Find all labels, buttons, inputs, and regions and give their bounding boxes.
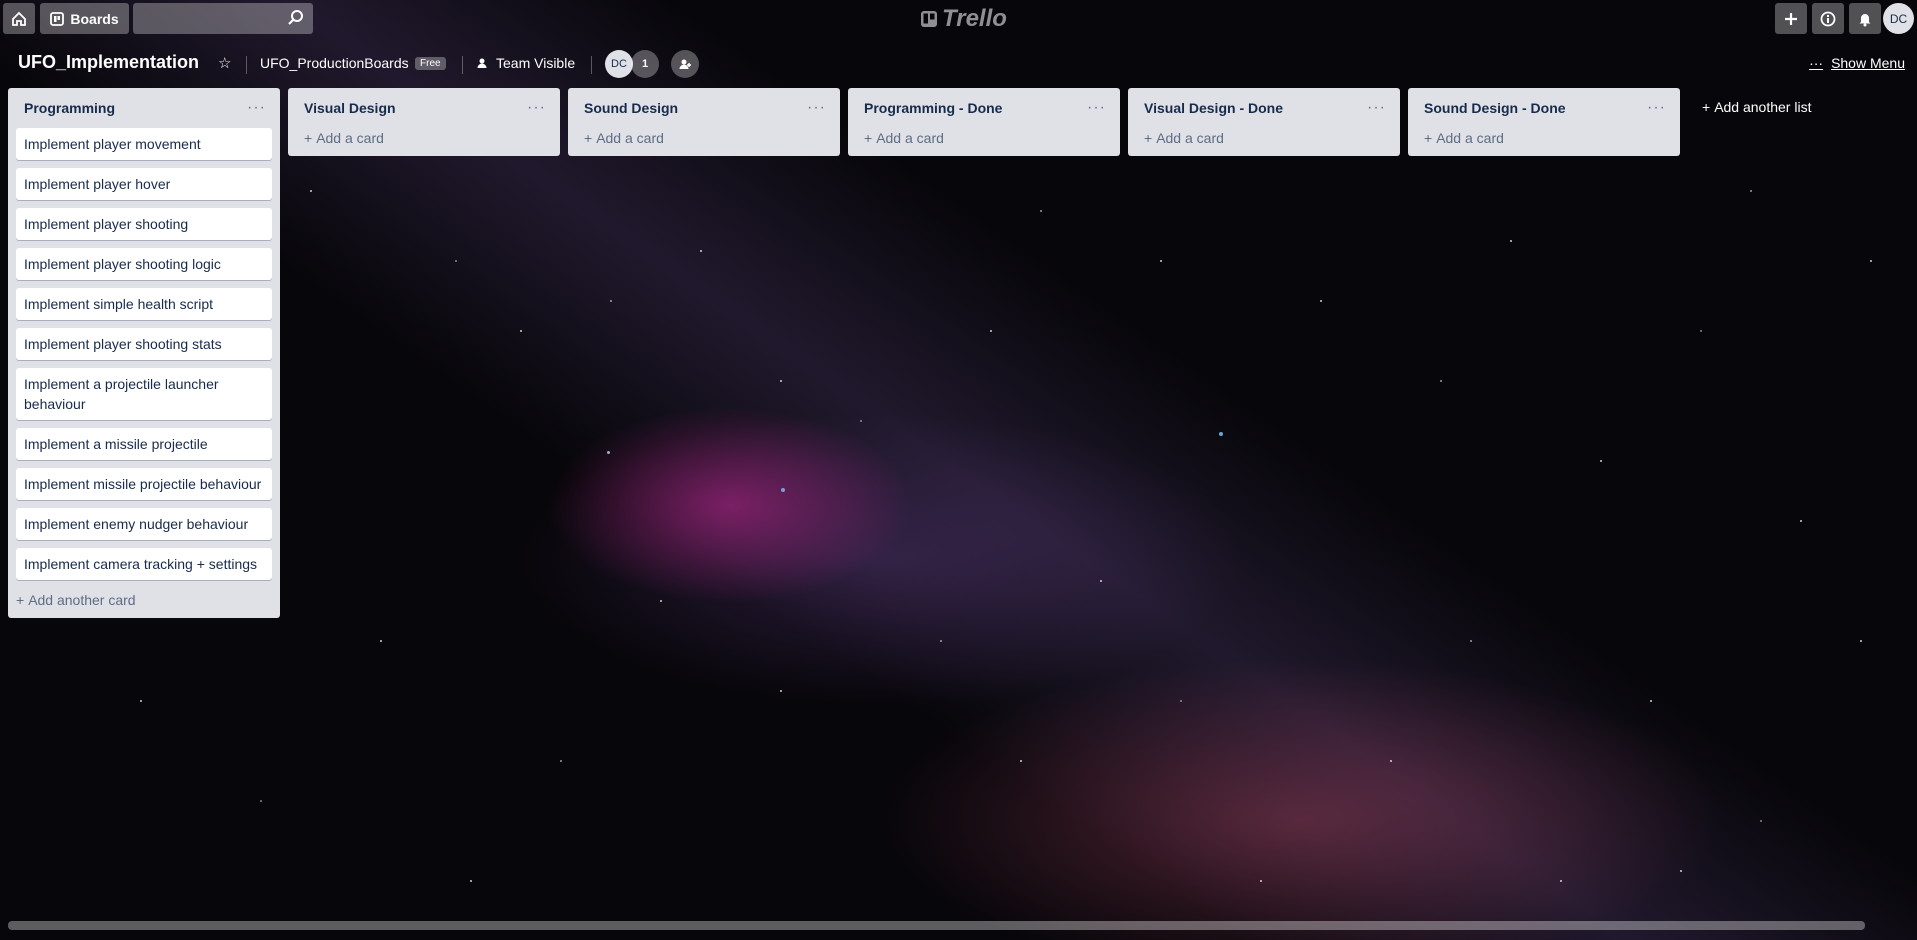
add-card-label: Add a card xyxy=(596,130,664,146)
list-programming-done: Programming - Done ··· + Add a card xyxy=(848,88,1120,156)
list-header[interactable]: Programming - Done ··· xyxy=(856,88,1112,128)
plus-icon xyxy=(1785,12,1797,25)
header-divider xyxy=(591,56,592,74)
plus-icon: + xyxy=(1424,130,1433,146)
boards-icon xyxy=(50,11,65,26)
create-button[interactable] xyxy=(1775,3,1807,34)
team-icon xyxy=(477,58,487,68)
trello-logo-icon xyxy=(921,11,937,27)
list-title[interactable]: Programming - Done xyxy=(864,100,1002,116)
home-icon xyxy=(12,11,26,26)
add-list-button[interactable]: + Add another list xyxy=(1702,99,1811,115)
list-title[interactable]: Sound Design xyxy=(584,100,678,116)
list-title[interactable]: Visual Design xyxy=(304,100,396,116)
visibility-button[interactable]: Team Visible xyxy=(476,55,575,71)
card[interactable]: Implement player hover xyxy=(16,168,272,200)
card[interactable]: Implement camera tracking + settings xyxy=(16,548,272,580)
top-header: Boards Trello DC xyxy=(0,0,1917,36)
list-header[interactable]: Sound Design ··· xyxy=(576,88,832,128)
card[interactable]: Implement a projectile launcher behaviou… xyxy=(16,368,272,420)
plus-icon: + xyxy=(16,592,25,608)
card[interactable]: Implement player movement xyxy=(16,128,272,160)
list-sound-design-done: Sound Design - Done ··· + Add a card xyxy=(1408,88,1680,156)
add-card-label: Add a card xyxy=(876,130,944,146)
list-sound-design: Sound Design ··· + Add a card xyxy=(568,88,840,156)
show-menu-label: Show Menu xyxy=(1831,55,1905,71)
add-card-button[interactable]: + Add a card xyxy=(1136,128,1392,156)
plus-icon: + xyxy=(584,130,593,146)
list-title[interactable]: Visual Design - Done xyxy=(1144,100,1283,116)
card[interactable]: Implement missile projectile behaviour xyxy=(16,468,272,500)
card[interactable]: Implement enemy nudger behaviour xyxy=(16,508,272,540)
add-card-label: Add another card xyxy=(28,592,136,608)
logo-text: Trello xyxy=(942,5,1007,32)
visibility-label: Team Visible xyxy=(496,55,576,71)
card[interactable]: Implement player shooting stats xyxy=(16,328,272,360)
list-visual-design-done: Visual Design - Done ··· + Add a card xyxy=(1128,88,1400,156)
list-visual-design: Visual Design ··· + Add a card xyxy=(288,88,560,156)
card[interactable]: Implement player shooting logic xyxy=(16,248,272,280)
add-member-icon xyxy=(679,59,691,69)
list-menu-icon[interactable]: ··· xyxy=(807,99,826,117)
user-avatar[interactable]: DC xyxy=(1883,3,1914,34)
star-icon[interactable]: ☆ xyxy=(218,54,231,72)
list-menu-icon[interactable]: ··· xyxy=(527,99,546,117)
info-icon xyxy=(1820,11,1836,26)
list-title[interactable]: Programming xyxy=(24,100,115,116)
member-count-badge[interactable]: 1 xyxy=(631,50,659,78)
list-menu-icon[interactable]: ··· xyxy=(1647,99,1666,117)
horizontal-scrollbar[interactable] xyxy=(8,921,1865,930)
more-icon: ··· xyxy=(1809,55,1824,71)
info-button[interactable] xyxy=(1812,3,1844,34)
boards-button[interactable]: Boards xyxy=(40,3,129,34)
board-title[interactable]: UFO_Implementation xyxy=(18,52,199,73)
add-card-button[interactable]: + Add a card xyxy=(576,128,832,156)
member-count: 1 xyxy=(641,58,649,70)
plus-icon: + xyxy=(304,130,313,146)
team-name-button[interactable]: UFO_ProductionBoards xyxy=(260,55,409,71)
list-menu-icon[interactable]: ··· xyxy=(1087,99,1106,117)
member-avatar[interactable]: DC xyxy=(605,50,633,78)
add-list-label: Add another list xyxy=(1714,99,1812,115)
add-card-button[interactable]: + Add a card xyxy=(1416,128,1672,156)
bell-icon xyxy=(1859,13,1871,26)
add-card-label: Add a card xyxy=(1436,130,1504,146)
plus-icon: + xyxy=(864,130,873,146)
add-card-button[interactable]: + Add another card xyxy=(16,588,272,618)
list-header[interactable]: Visual Design - Done ··· xyxy=(1136,88,1392,128)
header-divider xyxy=(246,56,247,74)
plan-badge: Free xyxy=(415,57,446,70)
card[interactable]: Implement simple health script xyxy=(16,288,272,320)
user-initials: DC xyxy=(1889,11,1908,26)
invite-button[interactable] xyxy=(671,50,699,78)
list-menu-icon[interactable]: ··· xyxy=(1367,99,1386,117)
notifications-button[interactable] xyxy=(1849,3,1881,34)
add-card-label: Add a card xyxy=(316,130,384,146)
add-card-button[interactable]: + Add a card xyxy=(856,128,1112,156)
home-button[interactable] xyxy=(3,3,35,34)
search-input[interactable] xyxy=(133,3,313,34)
card[interactable]: Implement a missile projectile xyxy=(16,428,272,460)
list-menu-icon[interactable]: ··· xyxy=(247,99,266,117)
list-header[interactable]: Visual Design ··· xyxy=(296,88,552,128)
plus-icon: + xyxy=(1144,130,1153,146)
member-initials: DC xyxy=(611,58,627,70)
boards-label: Boards xyxy=(70,10,119,27)
list-title[interactable]: Sound Design - Done xyxy=(1424,100,1566,116)
board-header: UFO_Implementation ☆ UFO_ProductionBoard… xyxy=(0,44,1917,84)
header-divider xyxy=(462,56,463,74)
card[interactable]: Implement player shooting xyxy=(16,208,272,240)
add-card-button[interactable]: + Add a card xyxy=(296,128,552,156)
list-programming: Programming ··· Implement player movemen… xyxy=(8,88,280,618)
add-card-label: Add a card xyxy=(1156,130,1224,146)
list-header[interactable]: Sound Design - Done ··· xyxy=(1416,88,1672,128)
search-icon xyxy=(288,10,303,25)
show-menu-button[interactable]: ··· Show Menu xyxy=(1809,55,1905,71)
trello-logo[interactable]: Trello xyxy=(920,5,1007,33)
list-header[interactable]: Programming ··· xyxy=(16,88,272,128)
plus-icon: + xyxy=(1702,99,1711,115)
